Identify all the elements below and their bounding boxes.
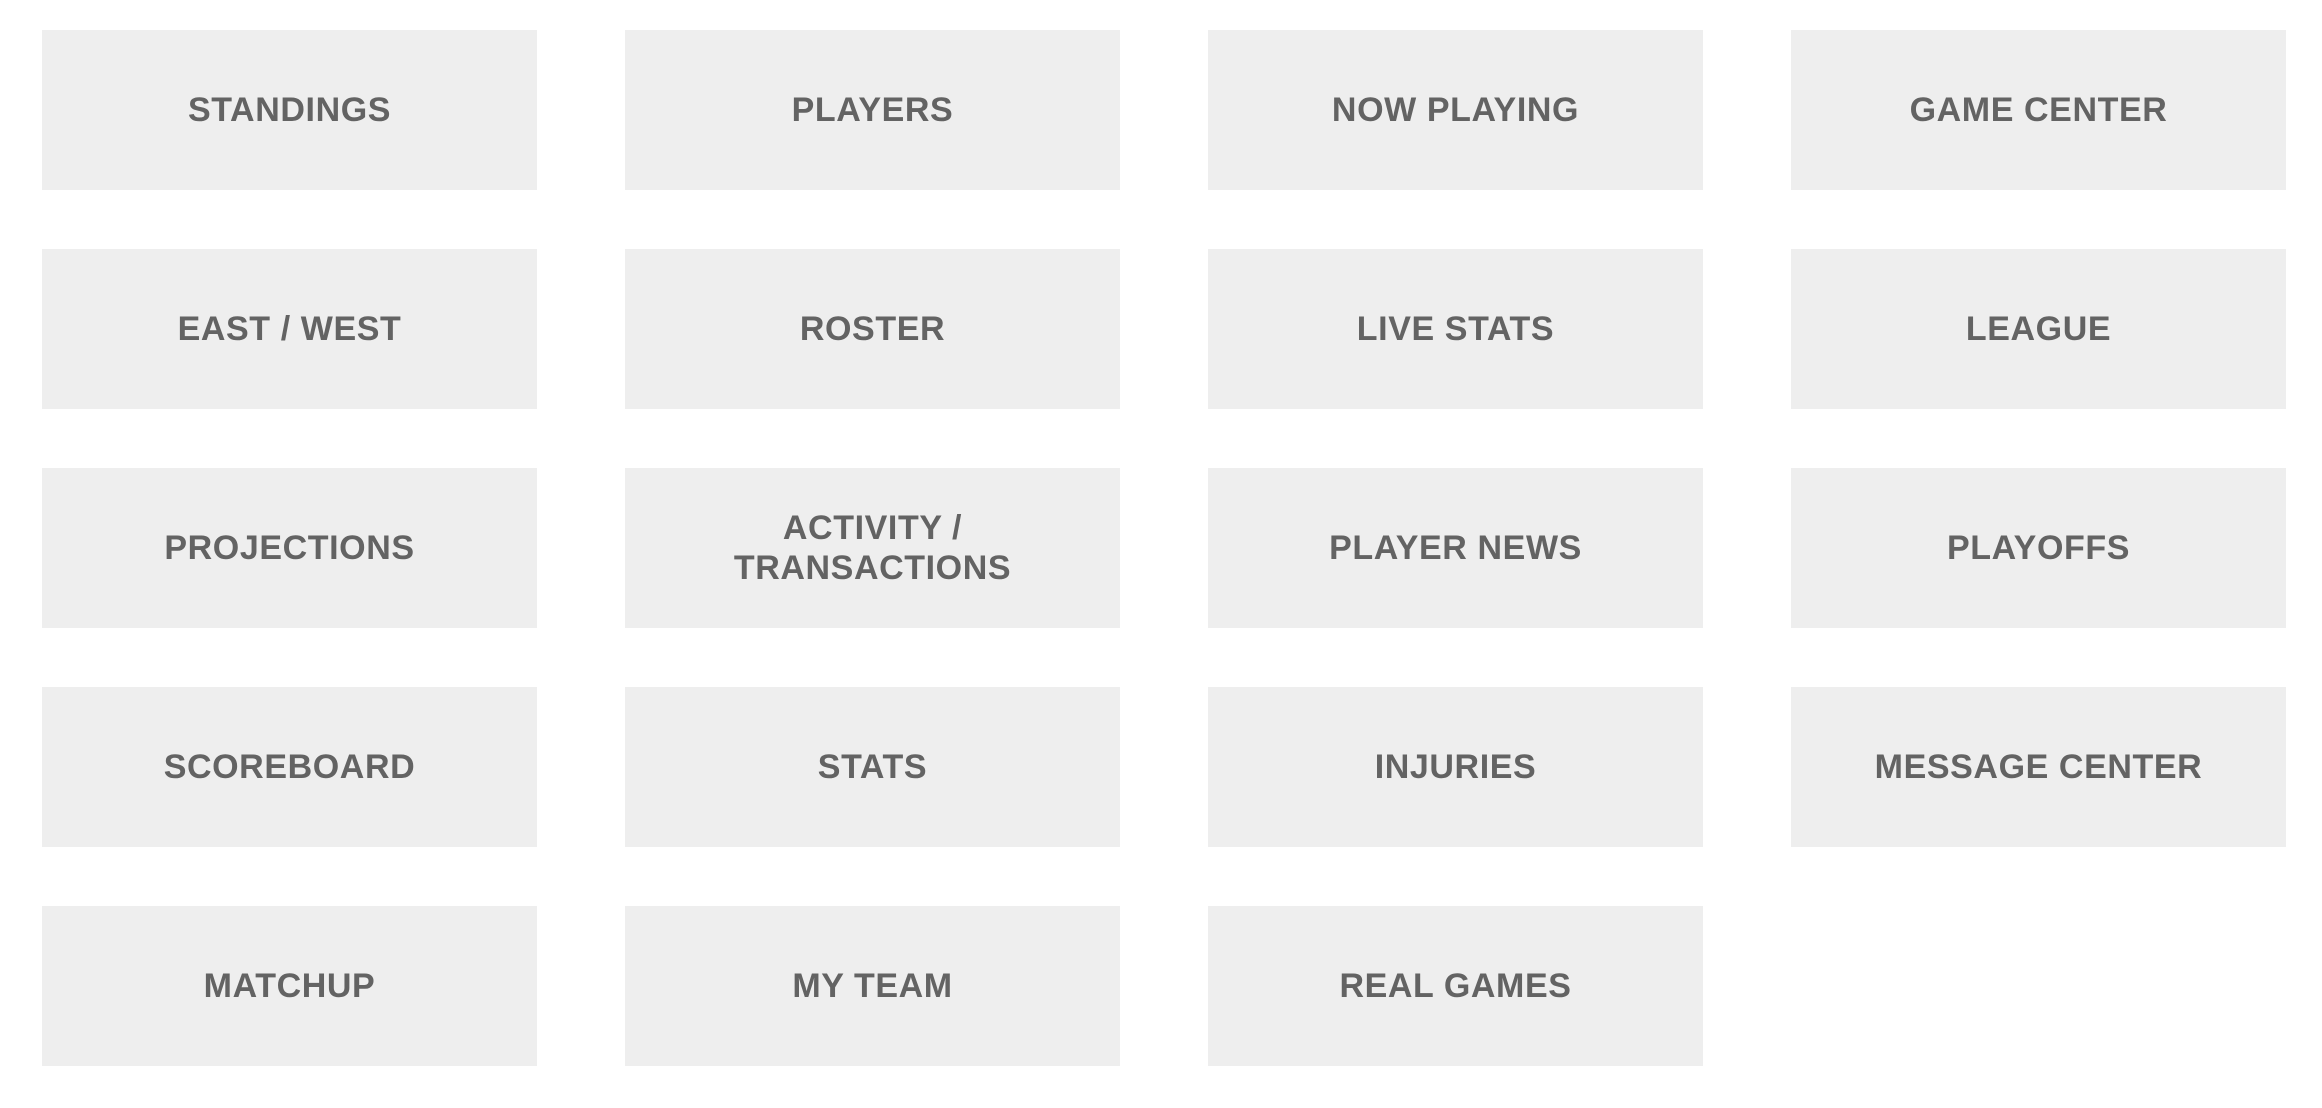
tile-activity-transactions[interactable]: ACTIVITY / TRANSACTIONS: [625, 468, 1120, 628]
tile-now-playing[interactable]: NOW PLAYING: [1208, 30, 1703, 190]
tile-stats[interactable]: STATS: [625, 687, 1120, 847]
tile-game-center[interactable]: GAME CENTER: [1791, 30, 2286, 190]
tile-empty-slot: [1791, 906, 2286, 1066]
tile-message-center[interactable]: MESSAGE CENTER: [1791, 687, 2286, 847]
tile-scoreboard[interactable]: SCOREBOARD: [42, 687, 537, 847]
tile-label: MESSAGE CENTER: [1874, 747, 2203, 786]
tile-live-stats[interactable]: LIVE STATS: [1208, 249, 1703, 409]
tile-label: NOW PLAYING: [1331, 90, 1580, 129]
tile-players[interactable]: PLAYERS: [625, 30, 1120, 190]
tile-injuries[interactable]: INJURIES: [1208, 687, 1703, 847]
tile-label: ROSTER: [799, 309, 946, 348]
tile-label: PROJECTIONS: [164, 528, 415, 567]
tile-label: INJURIES: [1374, 747, 1537, 786]
tile-projections[interactable]: PROJECTIONS: [42, 468, 537, 628]
tile-label: MATCHUP: [203, 966, 376, 1005]
tile-label: STATS: [817, 747, 928, 786]
tile-standings[interactable]: STANDINGS: [42, 30, 537, 190]
tile-league[interactable]: LEAGUE: [1791, 249, 2286, 409]
tile-label: PLAYER NEWS: [1329, 528, 1582, 567]
tile-roster[interactable]: ROSTER: [625, 249, 1120, 409]
tile-label: REAL GAMES: [1339, 966, 1572, 1005]
tile-label: GAME CENTER: [1909, 90, 2168, 129]
tile-east-west[interactable]: EAST / WEST: [42, 249, 537, 409]
navigation-tile-grid: STANDINGS PLAYERS NOW PLAYING GAME CENTER EA…: [0, 0, 2322, 1108]
tile-label: EAST / WEST: [177, 309, 402, 348]
tile-label: PLAYERS: [791, 90, 954, 129]
tile-real-games[interactable]: REAL GAMES: [1208, 906, 1703, 1066]
tile-label: STANDINGS: [187, 90, 392, 129]
tile-my-team[interactable]: MY TEAM: [625, 906, 1120, 1066]
tile-label: LEAGUE: [1965, 309, 2112, 348]
tile-label: ACTIVITY / TRANSACTIONS: [733, 508, 1012, 587]
tile-label: PLAYOFFS: [1946, 528, 2131, 567]
tile-label: LIVE STATS: [1356, 309, 1555, 348]
tile-matchup[interactable]: MATCHUP: [42, 906, 537, 1066]
tile-player-news[interactable]: PLAYER NEWS: [1208, 468, 1703, 628]
tile-label: SCOREBOARD: [163, 747, 416, 786]
tile-label: MY TEAM: [792, 966, 953, 1005]
tile-playoffs[interactable]: PLAYOFFS: [1791, 468, 2286, 628]
